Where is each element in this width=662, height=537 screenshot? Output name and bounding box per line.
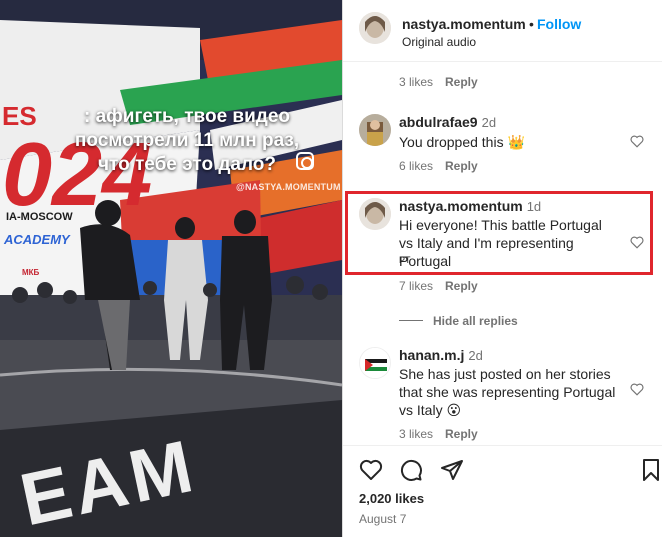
heart-icon[interactable]: [630, 236, 644, 249]
country-tag: PT: [399, 255, 411, 265]
avatar-image: [359, 12, 391, 44]
comment-header: abdulrafae9 2d: [399, 114, 496, 132]
comment-header: hanan.m.j 2d: [399, 347, 483, 365]
follow-button[interactable]: Follow: [537, 16, 581, 32]
avatar[interactable]: [359, 347, 391, 379]
like-heart-icon[interactable]: [359, 458, 383, 482]
comment-username[interactable]: abdulrafae9: [399, 114, 478, 130]
comment-likes[interactable]: 3 likes: [399, 75, 433, 89]
share-icon[interactable]: [440, 458, 464, 482]
heart-icon[interactable]: [630, 383, 644, 396]
avatar[interactable]: [359, 198, 391, 230]
banner-text: IA-MOSCOW: [6, 211, 73, 223]
bookmark-icon[interactable]: [639, 458, 662, 482]
comment-likes[interactable]: 6 likes: [399, 159, 433, 173]
comment-likes[interactable]: 3 likes: [399, 427, 433, 441]
separator-dot: •: [529, 16, 534, 32]
avatar-image: [359, 114, 391, 146]
comment-likes[interactable]: 7 likes: [399, 279, 433, 293]
comment-time[interactable]: 2d: [468, 348, 482, 363]
hide-replies-button[interactable]: Hide all replies: [433, 314, 518, 328]
likes-count[interactable]: 2,020 likes: [359, 491, 424, 506]
comment-meta: 6 likes Reply: [399, 159, 478, 173]
comment-time[interactable]: 2d: [482, 115, 496, 130]
post-author-username[interactable]: nastya.momentum: [402, 16, 526, 32]
banner-text: МКБ: [22, 268, 40, 277]
flag-avatar-icon: [360, 348, 390, 378]
divider-line: [399, 320, 423, 321]
comment-text: She has just posted on her stories that …: [399, 366, 616, 418]
banner-text: ACADEMY: [4, 232, 70, 247]
comment-meta: 7 likes Reply: [399, 279, 478, 293]
reply-button[interactable]: Reply: [445, 75, 478, 89]
comment-text: You dropped this 👑: [399, 134, 525, 150]
reply-button[interactable]: Reply: [445, 159, 478, 173]
reply-button[interactable]: Reply: [445, 427, 478, 441]
video-player[interactable]: 024 ES : афигеть, твое видео посмотрели …: [0, 0, 342, 537]
avatar-image: [359, 198, 391, 230]
comment-username[interactable]: hanan.m.j: [399, 347, 464, 363]
comment-username[interactable]: nastya.momentum: [399, 198, 523, 214]
video-caption-overlay: : афигеть, твое видео посмотрели 11 млн …: [74, 106, 300, 175]
post-actions: 2,020 likes August 7: [343, 445, 662, 537]
comment-text: Hi everyone! This battle Portugal vs Ita…: [399, 217, 602, 269]
comment-time[interactable]: 1d: [527, 199, 541, 214]
avatar[interactable]: [359, 12, 391, 44]
reply-button[interactable]: Reply: [445, 279, 478, 293]
post-side-panel: nastya.momentum • Follow Original audio …: [342, 0, 662, 537]
video-watermark: @NASTYA.MOMENTUM: [236, 182, 341, 192]
svg-text:ES: ES: [2, 101, 37, 131]
avatar[interactable]: [359, 114, 391, 146]
heart-icon[interactable]: [630, 135, 644, 148]
post-header: nastya.momentum • Follow Original audio: [343, 0, 662, 62]
instagram-icon: [296, 152, 314, 170]
comments-list[interactable]: 3 likes Reply abdulrafae9 2d You dropped t…: [343, 63, 662, 445]
post-date[interactable]: August 7: [359, 512, 406, 526]
comment-meta: 3 likes Reply: [399, 75, 478, 89]
comment-header: nastya.momentum 1d: [399, 198, 541, 216]
comment-meta: 3 likes Reply: [399, 427, 478, 441]
audio-link[interactable]: Original audio: [402, 35, 476, 49]
comment-icon[interactable]: [399, 458, 423, 482]
